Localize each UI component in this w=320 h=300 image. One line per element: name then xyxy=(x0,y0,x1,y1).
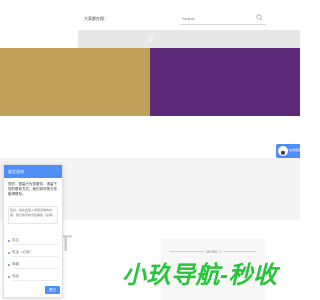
message-widget-intro: 您好，很高兴为您服务，请留下您的联系方式，我们将尽快与您取得联系。 xyxy=(8,182,57,196)
field-marker xyxy=(8,276,10,278)
divider-left xyxy=(170,251,204,252)
more-link[interactable]: MORE + xyxy=(206,249,221,254)
field-marker xyxy=(8,240,10,242)
search-icon[interactable] xyxy=(256,14,263,21)
submit-button[interactable]: 提交 xyxy=(45,286,60,294)
search-box[interactable] xyxy=(180,13,266,25)
menu-icon[interactable] xyxy=(147,35,154,42)
divider-right xyxy=(224,251,256,252)
hot-search-label: 大家都在搜： xyxy=(84,16,108,21)
top-header: 大家都在搜： xyxy=(0,0,300,30)
field-marker xyxy=(8,264,10,266)
agent-icon xyxy=(281,150,285,155)
service-avatar xyxy=(278,146,288,156)
online-service-button[interactable]: 在线客服 xyxy=(276,144,302,158)
main-navigation-bar xyxy=(78,30,300,48)
email-field[interactable] xyxy=(12,260,58,269)
watermark-text: 小玖导航-秒收 xyxy=(122,262,278,289)
message-widget-title: 留言咨询 xyxy=(8,169,24,174)
message-widget-header: 留言咨询 ··· xyxy=(4,165,62,178)
name-field[interactable] xyxy=(12,236,58,245)
field-marker xyxy=(8,252,10,254)
banner-purple-panel[interactable] xyxy=(150,48,300,116)
address-field[interactable] xyxy=(12,272,58,281)
search-input[interactable] xyxy=(182,14,250,22)
banner-gold-panel[interactable] xyxy=(0,48,150,116)
more-options-icon[interactable]: ··· xyxy=(54,167,59,173)
service-label: 在线客服 xyxy=(289,148,302,152)
message-widget: 留言咨询 ··· 您好，很高兴为您服务，请留下您的联系方式，我们将尽快与您取得联… xyxy=(3,164,63,298)
message-textarea[interactable] xyxy=(8,206,58,224)
phone-field[interactable] xyxy=(12,248,58,257)
